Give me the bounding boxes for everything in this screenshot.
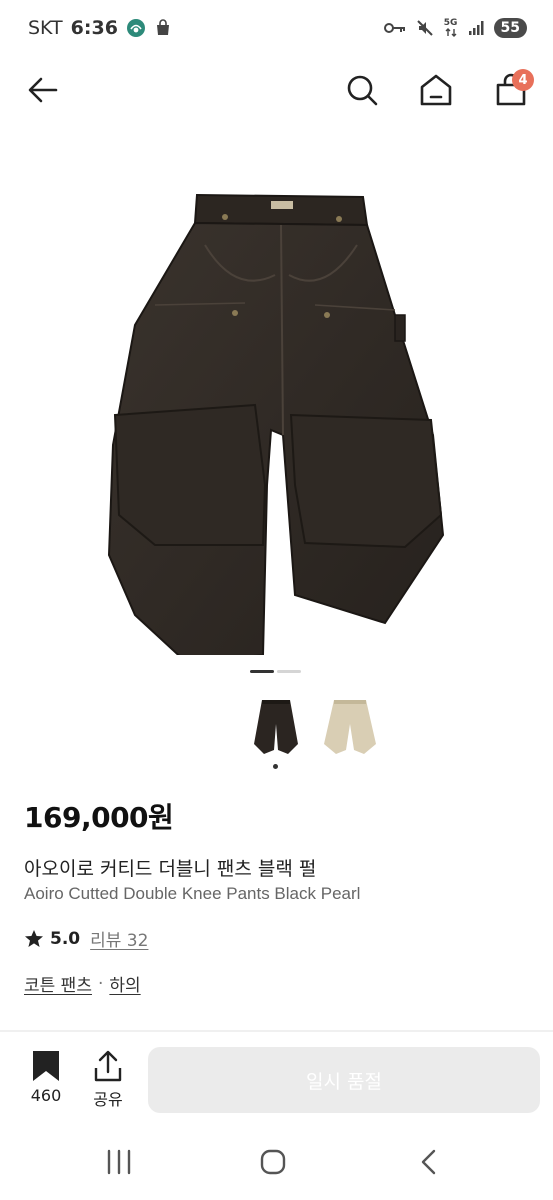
status-left: SKT 6:36	[28, 17, 172, 39]
key-icon	[383, 21, 406, 35]
page-dot-1	[250, 670, 274, 673]
divider	[0, 1030, 553, 1032]
status-right: 5G 55	[383, 18, 527, 38]
category-separator: ·	[97, 973, 104, 994]
beige-pants-thumbnail	[324, 700, 376, 754]
system-nav-bar	[0, 1130, 553, 1200]
product-name-english: Aoiro Cutted Double Knee Pants Black Pea…	[24, 884, 361, 903]
selected-swatch-dot	[273, 764, 278, 769]
back-button[interactable]	[18, 60, 68, 120]
share-icon	[94, 1050, 122, 1082]
pants-image	[107, 193, 445, 665]
swatch-beige[interactable]	[320, 694, 380, 760]
bookmark-icon	[33, 1051, 59, 1081]
cart-button[interactable]: 4	[486, 60, 536, 120]
status-bar: SKT 6:36 5G 55	[0, 0, 553, 56]
like-count: 460	[30, 1086, 62, 1105]
product-name-korean: 아오이로 커티드 더블니 팬츠 블랙 펄	[24, 858, 317, 880]
category-link[interactable]: 코튼 팬츠	[24, 971, 92, 996]
share-label: 공유	[93, 1090, 123, 1109]
product-image[interactable]	[95, 185, 455, 665]
home-icon	[420, 74, 452, 106]
search-button[interactable]	[337, 60, 387, 120]
search-icon	[347, 75, 378, 106]
app-header: 4	[0, 60, 553, 122]
page-dot-2	[277, 670, 301, 673]
black-pants-thumbnail	[254, 700, 298, 754]
home-circle-icon	[260, 1149, 286, 1175]
home-button[interactable]	[411, 60, 461, 120]
sold-out-button[interactable]: 일시 품절	[148, 1047, 540, 1113]
rating-row: 5.0 리뷰 32	[24, 926, 148, 951]
arrow-left-icon	[28, 77, 58, 103]
signal-icon	[468, 20, 484, 36]
star-icon	[25, 929, 43, 947]
like-button[interactable]: 460	[20, 1050, 72, 1114]
image-page-indicator	[250, 670, 301, 673]
system-back-button[interactable]	[404, 1142, 454, 1182]
swatch-black[interactable]	[246, 694, 306, 760]
carrier-label: SKT	[28, 17, 63, 39]
rating-value: 5.0	[50, 928, 81, 949]
cart-count-badge: 4	[512, 69, 534, 91]
clock: 6:36	[70, 17, 118, 39]
system-home-button[interactable]	[248, 1142, 298, 1182]
mute-icon	[416, 19, 434, 37]
battery-level: 55	[493, 18, 527, 38]
product-price: 169,000원	[24, 801, 174, 834]
recent-apps-icon	[107, 1149, 131, 1175]
chevron-left-icon	[421, 1149, 436, 1175]
share-button[interactable]: 공유	[82, 1050, 134, 1114]
review-link[interactable]: 리뷰 32	[90, 926, 148, 951]
shopping-bag-notification-icon	[154, 19, 172, 37]
network-label: 5G	[443, 18, 458, 28]
network-5g-icon: 5G	[444, 19, 458, 37]
recent-apps-button[interactable]	[94, 1142, 144, 1182]
app-notification-icon	[126, 18, 146, 38]
category-breadcrumb: 코튼 팬츠 · 하의	[24, 971, 141, 997]
subcategory-link[interactable]: 하의	[109, 971, 140, 996]
